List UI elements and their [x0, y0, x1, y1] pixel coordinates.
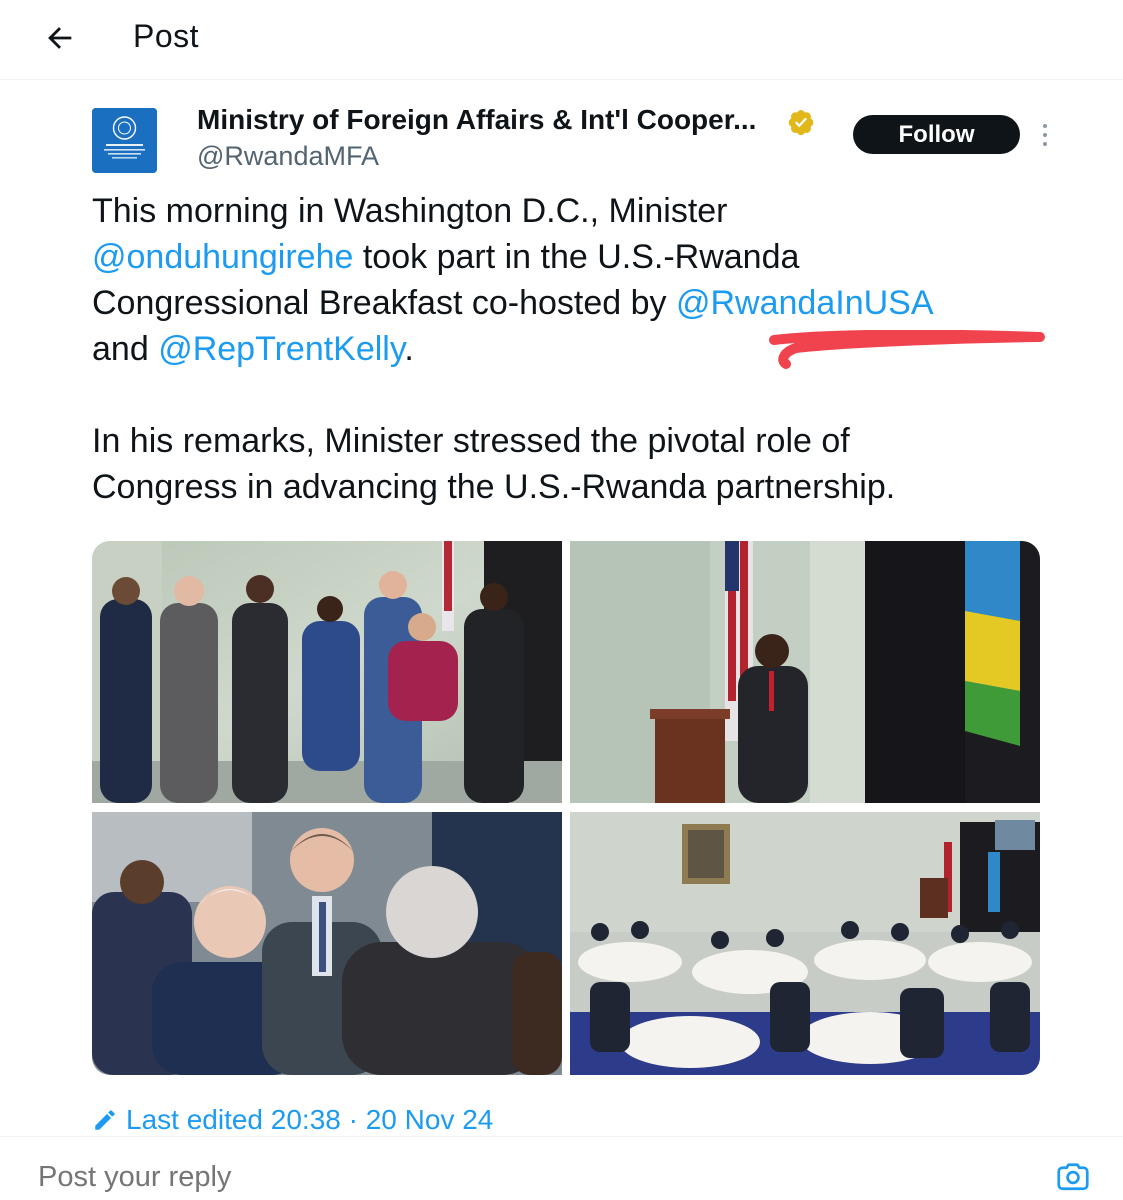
author-name[interactable]: Ministry of Foreign Affairs & Int'l Coop…	[197, 104, 756, 136]
last-edited-text: Last edited 20:38 · 20 Nov 24	[126, 1104, 494, 1135]
last-edited-link[interactable]: Last edited 20:38 · 20 Nov 24	[92, 1104, 493, 1136]
more-options-icon[interactable]	[1033, 115, 1057, 155]
tweet-line: Congressional Breakfast co-hosted by @Rw…	[92, 284, 934, 322]
tweet-line: This morning in Washington D.C., Ministe…	[92, 192, 728, 230]
camera-icon[interactable]	[1055, 1158, 1091, 1194]
red-underline-mark	[769, 330, 1045, 369]
author-handle[interactable]: @RwandaMFA	[197, 141, 379, 172]
breakfast-hall-photo[interactable]	[570, 812, 1040, 1075]
tweet-line: Congress in advancing the U.S.-Rwanda pa…	[92, 468, 896, 506]
avatar[interactable]	[92, 108, 157, 173]
mention-rwandainusa[interactable]: @RwandaInUSA	[676, 284, 934, 322]
group-photo[interactable]	[92, 541, 562, 803]
reply-input[interactable]	[38, 1161, 938, 1194]
verified-badge-icon	[788, 109, 814, 136]
mention-onduhungirehe[interactable]: @onduhungirehe	[92, 238, 353, 276]
arrow-left-icon	[48, 27, 72, 49]
guests-conversation-photo[interactable]	[92, 812, 562, 1075]
tweet-line: In his remarks, Minister stressed the pi…	[92, 422, 850, 460]
photo-grid	[92, 541, 1040, 1075]
follow-button[interactable]: Follow	[853, 115, 1020, 154]
mention-reptrentkelly[interactable]: @RepTrentKelly	[158, 330, 404, 368]
podium-speech-photo[interactable]	[570, 541, 1040, 803]
back-button[interactable]	[40, 18, 80, 58]
top-bar: Post	[0, 0, 1123, 80]
pencil-icon	[95, 1110, 115, 1130]
rwanda-seal-logo	[92, 108, 157, 173]
tweet-line: @onduhungirehe took part in the U.S.-Rwa…	[92, 238, 800, 276]
page-title: Post	[133, 18, 200, 54]
